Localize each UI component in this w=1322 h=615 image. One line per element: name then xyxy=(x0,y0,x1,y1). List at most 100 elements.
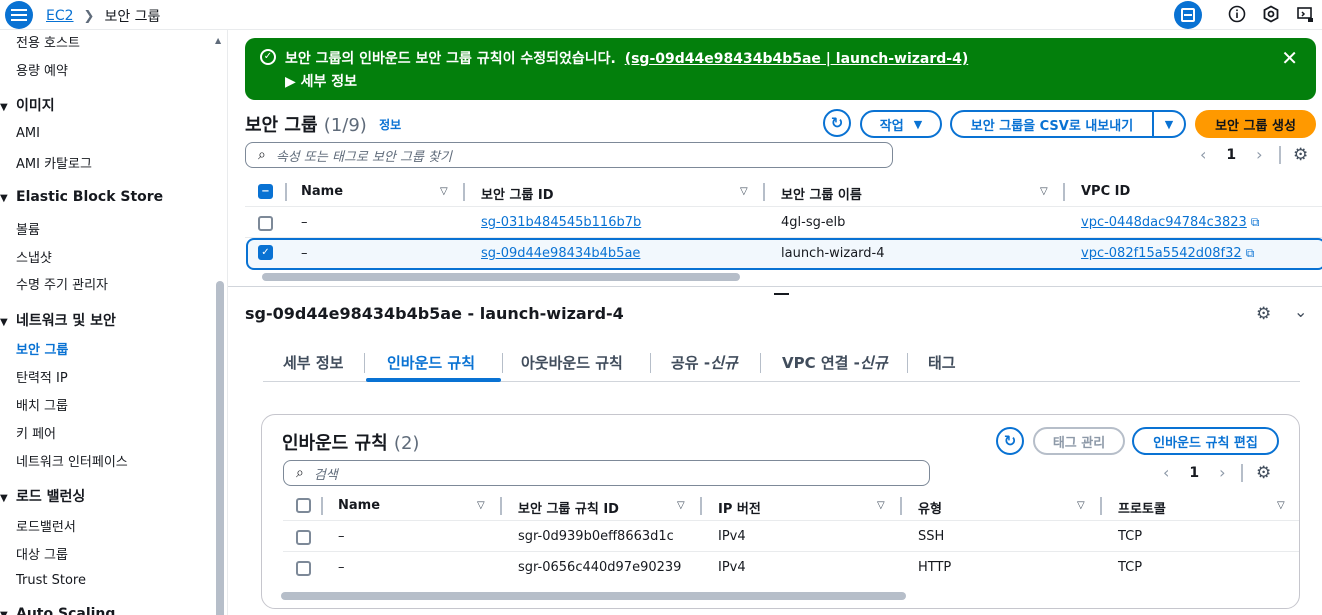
feedback-icon[interactable] xyxy=(1288,0,1322,28)
cloudshell-icon[interactable] xyxy=(1174,1,1202,29)
select-all-checkbox[interactable] xyxy=(296,498,311,513)
sort-icon[interactable]: ▽ xyxy=(1277,500,1285,511)
sidebar-item-volumes[interactable]: 볼륨 xyxy=(16,219,40,238)
refresh-icon[interactable]: ↻ xyxy=(996,427,1024,455)
sort-icon[interactable]: ▽ xyxy=(477,500,485,511)
column-divider xyxy=(1100,497,1102,515)
chevron-left-icon[interactable]: ‹ xyxy=(1163,463,1169,482)
column-header-sg-name[interactable]: 보안 그룹 이름 xyxy=(781,184,862,203)
sort-icon[interactable]: ▽ xyxy=(740,186,748,197)
sidebar-item-key-pairs[interactable]: 키 페어 xyxy=(16,423,56,442)
breadcrumb-ec2[interactable]: EC2 xyxy=(46,8,74,24)
vpc-link[interactable]: vpc-082f15a5542d08f32 xyxy=(1081,246,1242,261)
create-security-group-button[interactable]: 보안 그룹 생성 xyxy=(1195,110,1316,138)
tab-vpc-associations[interactable]: VPC 연결 -신규 xyxy=(782,352,888,373)
sort-icon[interactable]: ▽ xyxy=(440,186,448,197)
sidebar-section-ebs[interactable]: ▼ Elastic Block Store xyxy=(0,189,163,205)
sidebar-section-images[interactable]: ▼ 이미지 xyxy=(0,95,55,115)
table-cell-sg-id-link[interactable]: sg-09d44e98434b4b5ae xyxy=(481,246,640,261)
edit-inbound-rules-button[interactable]: 인바운드 규칙 편집 xyxy=(1132,427,1279,455)
tab-sharing[interactable]: 공유 -신규 xyxy=(671,352,738,373)
table-cell-name: – xyxy=(301,246,308,261)
column-divider xyxy=(900,497,902,515)
external-link-icon[interactable]: ⧉ xyxy=(1246,246,1255,260)
vpc-link[interactable]: vpc-0448dac94784c3823 xyxy=(1081,215,1247,230)
horizontal-scrollbar[interactable] xyxy=(262,273,740,281)
chevron-right-icon: ❯ xyxy=(83,8,95,24)
flash-details-toggle[interactable]: ▶ 세부 정보 xyxy=(285,71,357,91)
sidebar-section-network-security[interactable]: ▼ 네트워크 및 보안 xyxy=(0,310,116,330)
column-header-name[interactable]: Name xyxy=(338,498,380,513)
export-csv-button[interactable]: 보안 그룹을 CSV로 내보내기 xyxy=(950,110,1154,138)
sidebar-section-load-balancing[interactable]: ▼ 로드 밸런싱 xyxy=(0,486,85,506)
sort-icon[interactable]: ▽ xyxy=(1077,500,1085,511)
sidebar-item-trust-store[interactable]: Trust Store xyxy=(16,573,86,588)
scroll-up-icon[interactable]: ▲ xyxy=(215,36,221,45)
sort-icon[interactable]: ▽ xyxy=(677,500,685,511)
row-checkbox[interactable] xyxy=(296,530,311,545)
menu-icon[interactable] xyxy=(5,1,33,29)
gear-icon[interactable]: ⚙ xyxy=(1256,463,1271,483)
column-header-rule-id[interactable]: 보안 그룹 규칙 ID xyxy=(518,498,619,517)
horizontal-scrollbar[interactable] xyxy=(281,592,906,600)
sidebar-item-ami[interactable]: AMI xyxy=(16,126,40,141)
sidebar-item-load-balancers[interactable]: 로드밸런서 xyxy=(16,516,76,535)
caret-down-icon: ▼ xyxy=(0,317,8,328)
chevron-right-icon[interactable]: › xyxy=(1256,145,1262,164)
tab-tags[interactable]: 태그 xyxy=(928,352,956,373)
sidebar-item-snapshots[interactable]: 스냅샷 xyxy=(16,247,52,266)
info-icon[interactable] xyxy=(1220,0,1254,28)
sidebar-item-capacity-reservations[interactable]: 용량 예약 xyxy=(16,60,68,79)
page-number[interactable]: 1 xyxy=(1189,465,1199,481)
chevron-down-icon[interactable]: ⌄ xyxy=(1294,302,1307,321)
tab-details[interactable]: 세부 정보 xyxy=(283,352,343,373)
tab-inbound-rules[interactable]: 인바운드 규칙 xyxy=(387,352,475,373)
drag-handle[interactable] xyxy=(774,293,789,295)
sidebar-item-network-interfaces[interactable]: 네트워크 인터페이스 xyxy=(16,451,128,470)
sidebar-scrollbar[interactable]: ▲ xyxy=(215,36,225,615)
caret-down-icon: ▼ xyxy=(0,493,8,504)
settings-icon[interactable] xyxy=(1254,0,1288,28)
sidebar-item-security-groups[interactable]: 보안 그룹 xyxy=(16,339,68,358)
table-cell-ip-version: IPv4 xyxy=(718,529,746,544)
scrollbar-thumb[interactable] xyxy=(216,281,224,615)
sidebar-section-auto-scaling[interactable]: ▼ Auto Scaling xyxy=(0,606,115,615)
refresh-icon[interactable]: ↻ xyxy=(823,109,851,137)
close-icon[interactable]: ✕ xyxy=(1281,46,1298,70)
column-header-sg-id[interactable]: 보안 그룹 ID xyxy=(481,184,554,203)
chevron-right-icon[interactable]: › xyxy=(1219,463,1225,482)
security-group-search-input[interactable]: ⌕ 속성 또는 태그로 보안 그룹 찾기 xyxy=(245,142,893,168)
row-checkbox[interactable] xyxy=(296,561,311,576)
external-link-icon[interactable]: ⧉ xyxy=(1251,215,1260,229)
chevron-left-icon[interactable]: ‹ xyxy=(1200,145,1206,164)
export-dropdown-caret-icon[interactable]: ▼ xyxy=(1152,110,1186,138)
gear-icon[interactable]: ⚙ xyxy=(1256,304,1271,324)
pagination: ‹ 1 › xyxy=(1200,145,1263,164)
actions-button[interactable]: 작업 ▼ xyxy=(860,110,942,138)
select-all-checkbox[interactable]: − xyxy=(258,184,273,199)
inbound-search-input[interactable]: ⌕ 검색 xyxy=(283,460,930,486)
flash-sg-link[interactable]: (sg-09d44e98434b4b5ae | launch-wizard-4) xyxy=(625,51,969,67)
column-header-type[interactable]: 유형 xyxy=(918,498,942,517)
column-header-name[interactable]: Name xyxy=(301,184,343,199)
sidebar-item-target-groups[interactable]: 대상 그룹 xyxy=(16,544,68,563)
sidebar-item-elastic-ips[interactable]: 탄력적 IP xyxy=(16,367,68,386)
column-header-vpc-id[interactable]: VPC ID xyxy=(1081,184,1130,199)
manage-tags-button[interactable]: 태그 관리 xyxy=(1033,427,1125,455)
table-cell-name: – xyxy=(338,529,345,544)
row-checkbox[interactable] xyxy=(258,216,273,231)
table-cell-sg-id-link[interactable]: sg-031b484545b116b7b xyxy=(481,215,641,230)
sidebar-item-placement-groups[interactable]: 배치 그룹 xyxy=(16,395,68,414)
tab-outbound-rules[interactable]: 아웃바운드 규칙 xyxy=(521,352,623,373)
sidebar-item-dedicated-hosts[interactable]: 전용 호스트 xyxy=(16,32,80,51)
column-header-protocol[interactable]: 프로토콜 xyxy=(1118,498,1166,517)
gear-icon[interactable]: ⚙ xyxy=(1293,145,1308,165)
sidebar-item-lifecycle-manager[interactable]: 수명 주기 관리자 xyxy=(16,274,108,293)
page-number[interactable]: 1 xyxy=(1226,147,1236,163)
row-checkbox-checked[interactable]: ✓ xyxy=(258,245,273,260)
sort-icon[interactable]: ▽ xyxy=(1040,186,1048,197)
sidebar-item-ami-catalog[interactable]: AMI 카탈로그 xyxy=(16,153,92,172)
sort-icon[interactable]: ▽ xyxy=(877,500,885,511)
column-header-ip-version[interactable]: IP 버전 xyxy=(718,498,761,517)
info-link[interactable]: 정보 xyxy=(379,118,401,132)
